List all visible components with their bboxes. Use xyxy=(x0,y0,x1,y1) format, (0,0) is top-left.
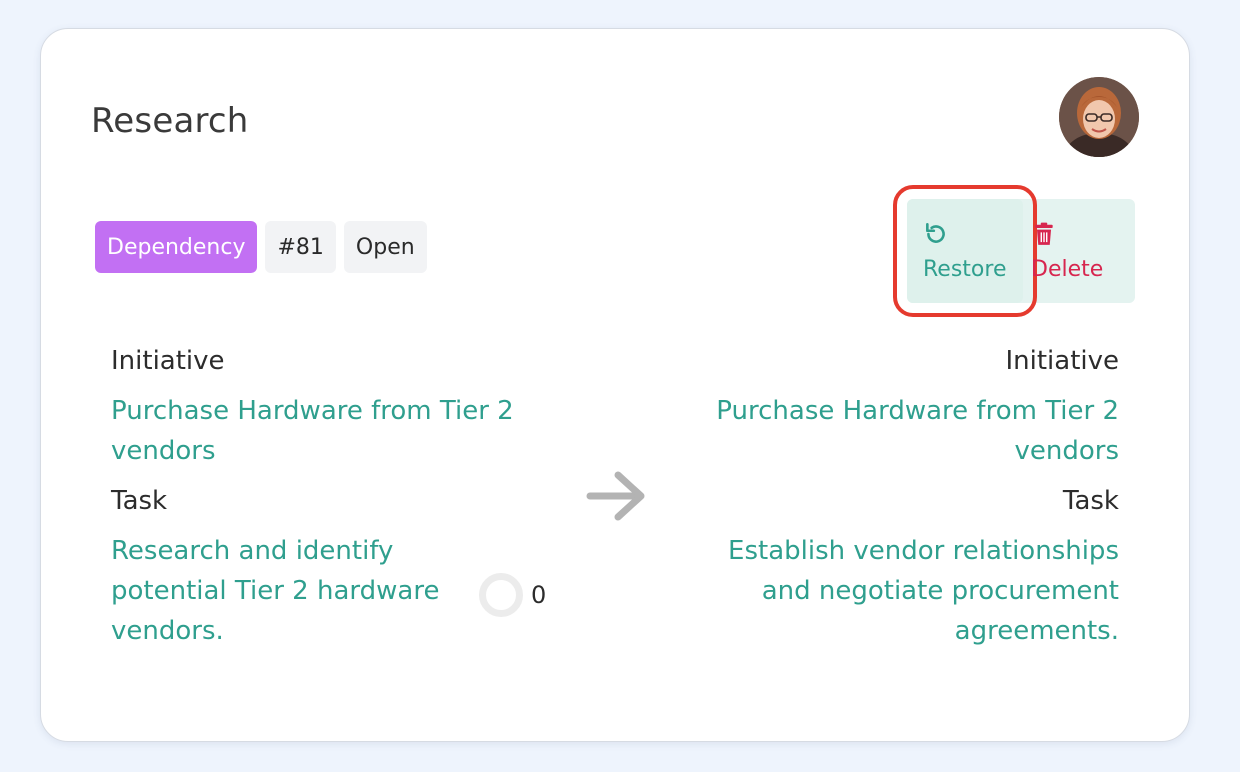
trash-icon xyxy=(1035,222,1053,245)
badge-row: Dependency #81 Open xyxy=(95,221,427,273)
type-badge: Dependency xyxy=(95,221,258,273)
target-column: Initiative Purchase Hardware from Tier 2… xyxy=(679,341,1119,661)
progress-ring xyxy=(479,573,523,617)
action-group: Restore Delete xyxy=(893,185,1135,317)
avatar[interactable] xyxy=(1059,77,1139,157)
source-task-link[interactable]: Research and identify potential Tier 2 h… xyxy=(111,531,471,651)
dependency-card: Research Dependency #81 Open Restore Del… xyxy=(40,28,1190,742)
card-title: Research xyxy=(91,101,249,141)
source-task-label: Task xyxy=(111,486,168,516)
number-badge: #81 xyxy=(265,221,336,273)
arrow-right-icon xyxy=(586,471,645,521)
progress-indicator: 0 xyxy=(479,573,546,617)
target-task-label: Task xyxy=(1062,486,1119,516)
target-task-link[interactable]: Establish vendor relationships and negot… xyxy=(679,531,1119,651)
source-initiative-link[interactable]: Purchase Hardware from Tier 2 vendors xyxy=(111,391,551,471)
source-initiative-label: Initiative xyxy=(111,346,225,376)
progress-value: 0 xyxy=(531,581,547,609)
target-initiative-link[interactable]: Purchase Hardware from Tier 2 vendors xyxy=(679,391,1119,471)
target-initiative-label: Initiative xyxy=(1005,346,1119,376)
delete-label: Delete xyxy=(1031,256,1104,282)
restore-label: Restore xyxy=(923,256,1007,282)
status-badge: Open xyxy=(343,221,427,273)
restore-icon xyxy=(926,222,945,243)
avatar-image xyxy=(1059,77,1139,157)
delete-button[interactable]: Delete xyxy=(1023,199,1135,303)
restore-button[interactable]: Restore xyxy=(893,185,1037,317)
